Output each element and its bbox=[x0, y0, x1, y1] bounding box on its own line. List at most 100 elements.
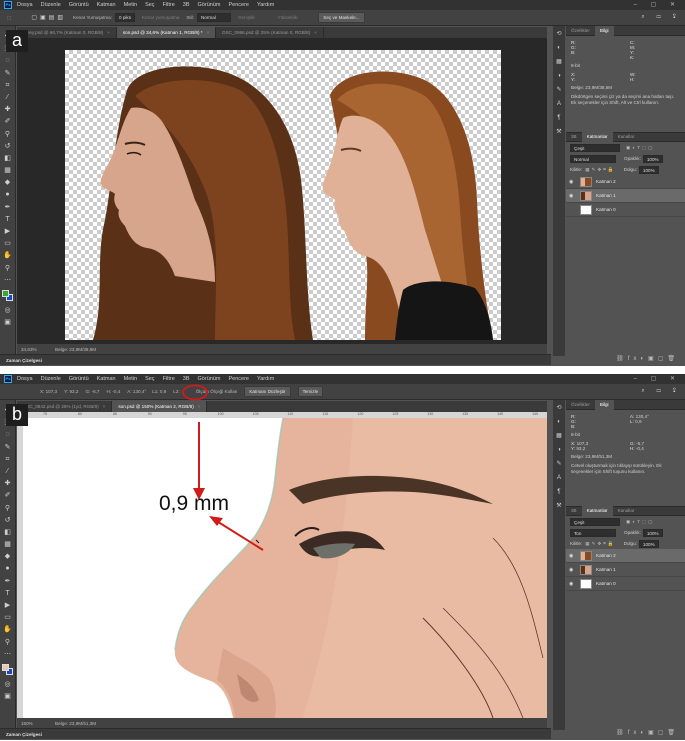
close-icon[interactable]: × bbox=[207, 27, 210, 38]
layer-row[interactable]: Katman 0 bbox=[566, 203, 685, 217]
brush-tool-icon[interactable]: ✐ bbox=[3, 117, 12, 126]
tab-3d[interactable]: 3B bbox=[566, 132, 582, 142]
menu-layer[interactable]: Katman bbox=[97, 2, 116, 8]
lock-icons[interactable]: ▦✎✥⌗🔒 bbox=[585, 541, 615, 547]
layer-name[interactable]: Katman 1 bbox=[596, 193, 616, 198]
lasso-tool-icon[interactable]: ◌ bbox=[3, 430, 12, 439]
visibility-eye-icon[interactable]: ◉ bbox=[569, 179, 577, 185]
quick-select-tool-icon[interactable]: ✎ bbox=[3, 443, 12, 452]
menu-type[interactable]: Metin bbox=[124, 376, 137, 382]
eyedropper-tool-icon[interactable]: ⁄ bbox=[3, 93, 12, 102]
layer-name[interactable]: Katman 2 bbox=[596, 179, 616, 184]
tab-properties[interactable]: Özellikler bbox=[566, 400, 595, 410]
eraser-tool-icon[interactable]: ◧ bbox=[3, 528, 12, 537]
close-icon[interactable]: × bbox=[107, 27, 110, 38]
close-icon[interactable]: × bbox=[198, 401, 201, 412]
character-icon[interactable]: A bbox=[555, 474, 563, 482]
canvas-area[interactable] bbox=[17, 38, 547, 344]
menu-3d[interactable]: 3B bbox=[183, 376, 190, 382]
fill-input[interactable]: 100% bbox=[638, 165, 659, 174]
quick-select-tool-icon[interactable]: ✎ bbox=[3, 69, 12, 78]
window-controls[interactable]: – ▢ ✕ bbox=[634, 375, 681, 382]
timeline-panel[interactable]: Zaman Çizelgesi bbox=[0, 728, 551, 739]
menu-window[interactable]: Pencere bbox=[228, 376, 249, 382]
tab-info[interactable]: Bilgi bbox=[594, 399, 614, 410]
layer-row[interactable]: ◉ Katman 0 bbox=[566, 577, 685, 591]
dodge-tool-icon[interactable]: ● bbox=[3, 564, 12, 573]
layers-footer-icons[interactable]: ⛓fx◐▣▢🗑 bbox=[566, 354, 685, 363]
marquee-tool-icon[interactable]: ⬚ bbox=[7, 15, 11, 21]
tab-3d[interactable]: 3B bbox=[566, 506, 582, 516]
brush-tool-icon[interactable]: ✐ bbox=[3, 491, 12, 500]
character-icon[interactable]: A bbox=[555, 100, 563, 108]
style-select[interactable]: Normal bbox=[196, 13, 231, 22]
rectangle-tool-icon[interactable]: ▭ bbox=[3, 239, 12, 248]
tool-presets-icon[interactable]: ⚒ bbox=[555, 128, 563, 136]
menu-image[interactable]: Görüntü bbox=[69, 2, 89, 8]
layer-row-selected[interactable]: ◉ Katman 2 bbox=[566, 549, 685, 563]
path-select-icon[interactable]: ▶ bbox=[3, 227, 12, 236]
layers-footer-icons[interactable]: ⛓fx◐▣▢🗑 bbox=[566, 728, 685, 737]
tab-channels[interactable]: Kanallar bbox=[613, 132, 640, 142]
color-icon[interactable]: ◐ bbox=[555, 418, 563, 426]
document-canvas[interactable] bbox=[65, 50, 501, 340]
feather-input[interactable]: 0 piks bbox=[115, 13, 136, 22]
brush-settings-icon[interactable]: ✎ bbox=[555, 460, 563, 468]
blend-mode-select[interactable]: Ton bbox=[570, 528, 616, 537]
clone-stamp-icon[interactable]: ⚲ bbox=[3, 130, 12, 139]
visibility-eye-icon[interactable]: ◉ bbox=[569, 193, 577, 199]
paragraph-icon[interactable]: ¶ bbox=[555, 488, 563, 496]
document-tab[interactable]: ...ney.psd @ 66,7% (Katman 0, RGB/8) × bbox=[17, 27, 117, 38]
more-tools-icon[interactable]: ⋯ bbox=[3, 276, 12, 285]
crop-tool-icon[interactable]: ⌗ bbox=[3, 81, 12, 90]
clone-stamp-icon[interactable]: ⚲ bbox=[3, 504, 12, 513]
foreground-color-swatch[interactable] bbox=[1, 289, 9, 297]
menu-view[interactable]: Görünüm bbox=[198, 376, 221, 382]
straighten-layer-button[interactable]: Katmanı Düzleştir bbox=[244, 386, 291, 397]
blur-tool-icon[interactable]: ◆ bbox=[3, 552, 12, 561]
quick-mask-icon[interactable]: ◎ bbox=[3, 306, 12, 315]
adjustments-icon[interactable]: ◑ bbox=[555, 72, 563, 80]
fill-input[interactable]: 100% bbox=[638, 539, 659, 548]
more-tools-icon[interactable]: ⋯ bbox=[3, 650, 12, 659]
gradient-tool-icon[interactable]: ▦ bbox=[3, 166, 12, 175]
crop-tool-icon[interactable]: ⌗ bbox=[3, 455, 12, 464]
select-and-mask-button[interactable]: Seç ve Maskele... bbox=[318, 12, 365, 23]
quick-mask-icon[interactable]: ◎ bbox=[3, 680, 12, 689]
menu-select[interactable]: Seç bbox=[145, 2, 154, 8]
zoom-level[interactable]: 34,63% bbox=[21, 347, 51, 352]
color-swatches[interactable] bbox=[1, 289, 14, 302]
tab-channels[interactable]: Kanallar bbox=[613, 506, 640, 516]
history-icon[interactable]: ⟲ bbox=[555, 404, 563, 412]
pen-tool-icon[interactable]: ✒ bbox=[3, 577, 12, 586]
lasso-tool-icon[interactable]: ◌ bbox=[3, 56, 12, 65]
tool-presets-icon[interactable]: ⚒ bbox=[555, 502, 563, 510]
antialias-checkbox[interactable]: Kenar yumuşatma bbox=[142, 15, 179, 20]
gradient-tool-icon[interactable]: ▦ bbox=[3, 540, 12, 549]
window-controls[interactable]: – ▢ ✕ bbox=[634, 1, 681, 8]
document-tab-active[interactable]: son.psd @ 34,6% (Katman 1, RGB/8) * × bbox=[116, 27, 217, 38]
opacity-input[interactable]: 100% bbox=[642, 154, 663, 163]
layer-row[interactable]: ◉ Katman 1 bbox=[566, 563, 685, 577]
history-brush-icon[interactable]: ↺ bbox=[3, 516, 12, 525]
zoom-tool-icon[interactable]: ⚲ bbox=[3, 264, 12, 273]
type-tool-icon[interactable]: T bbox=[3, 589, 12, 598]
selection-mode-icons[interactable]: ▢▣▤▥ bbox=[31, 14, 66, 21]
zoom-tool-icon[interactable]: ⚲ bbox=[3, 638, 12, 647]
timeline-panel[interactable]: Zaman Çizelgesi bbox=[0, 354, 551, 365]
menu-image[interactable]: Görüntü bbox=[69, 376, 89, 382]
layer-name[interactable]: Katman 1 bbox=[596, 567, 616, 572]
opacity-input[interactable]: 100% bbox=[642, 528, 663, 537]
menu-help[interactable]: Yardım bbox=[257, 2, 274, 8]
swatches-icon[interactable]: ▦ bbox=[555, 432, 563, 440]
tab-info[interactable]: Bilgi bbox=[594, 25, 614, 36]
ruler-tool-icon[interactable]: ⁄ bbox=[3, 467, 12, 476]
hand-tool-icon[interactable]: ✋ bbox=[3, 625, 12, 634]
lock-icons[interactable]: ▦✎✥⌗🔒 bbox=[585, 167, 615, 173]
foreground-color-swatch[interactable] bbox=[1, 663, 9, 671]
history-icon[interactable]: ⟲ bbox=[555, 30, 563, 38]
history-brush-icon[interactable]: ↺ bbox=[3, 142, 12, 151]
layer-row-selected[interactable]: ◉ Katman 1 bbox=[566, 189, 685, 203]
menu-edit[interactable]: Düzenle bbox=[41, 2, 61, 8]
visibility-eye-icon[interactable]: ◉ bbox=[569, 567, 577, 573]
